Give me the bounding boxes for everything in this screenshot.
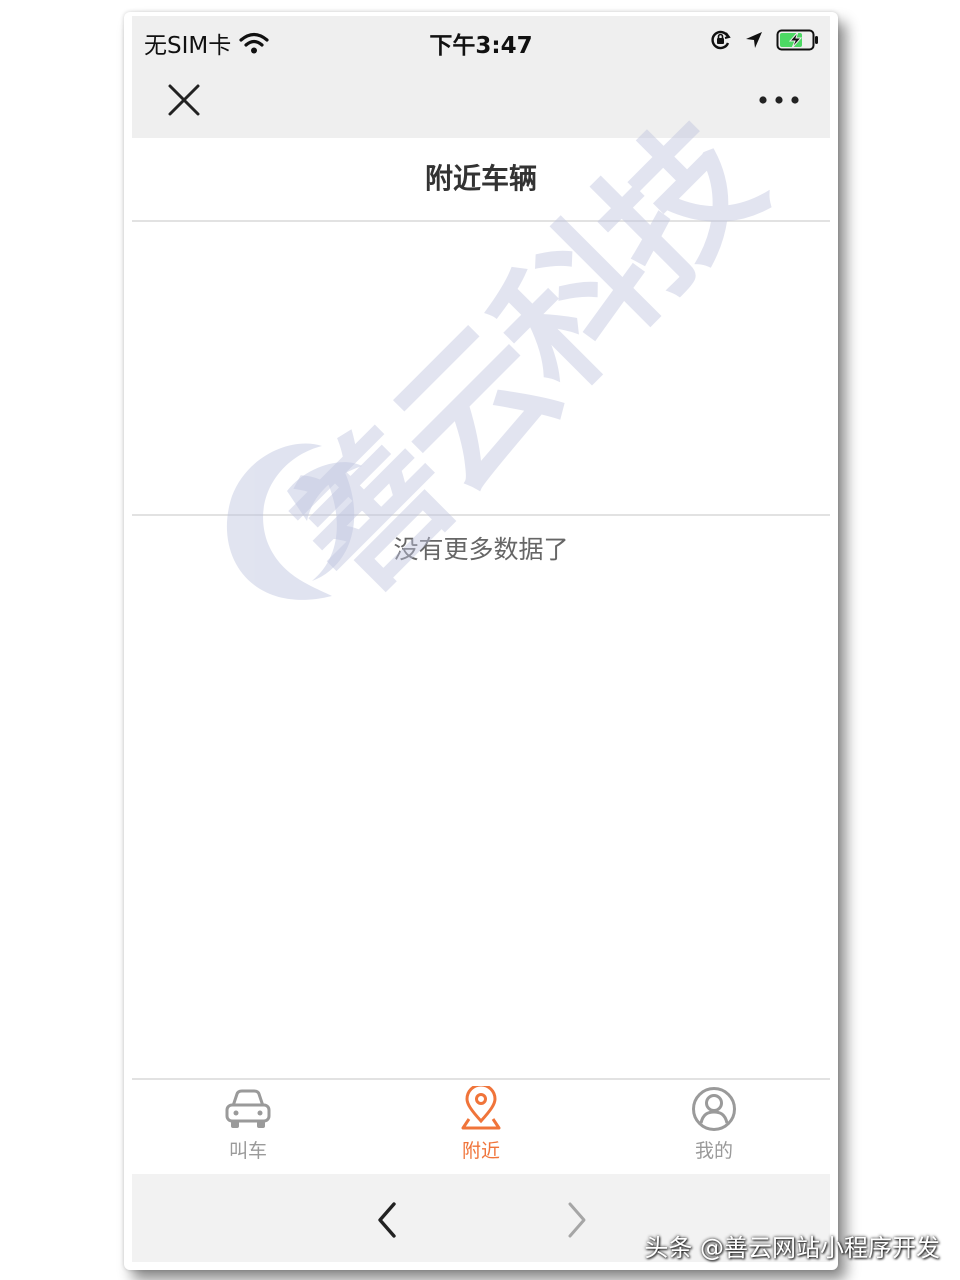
car-icon (225, 1089, 271, 1128)
mini-program-nav-bar (132, 64, 830, 138)
status-bar: 无SIM卡 下午3:47 (132, 16, 830, 64)
source-credit-text: 头条 @善云网站小程序开发 (644, 1234, 940, 1262)
status-icons (710, 28, 820, 52)
location-arrow-icon (746, 32, 762, 48)
app-screen: 无SIM卡 下午3:47 附近车辆 没有更多数据了 善云科技 叫车 附近 我的 (132, 16, 830, 1262)
chevron-left-icon[interactable] (372, 1200, 402, 1240)
tab-call-car[interactable]: 叫车 (188, 1086, 308, 1170)
more-dots-icon[interactable] (756, 86, 802, 114)
orientation-lock-icon (711, 30, 731, 50)
tab-label-nearby: 附近 (461, 1140, 500, 1162)
chevron-right-icon[interactable] (562, 1200, 592, 1240)
phone-frame: 无SIM卡 下午3:47 附近车辆 没有更多数据了 善云科技 叫车 附近 我的 (124, 12, 838, 1270)
close-icon[interactable] (162, 78, 206, 122)
screenshot-stage: 无SIM卡 下午3:47 附近车辆 没有更多数据了 善云科技 叫车 附近 我的 … (0, 0, 960, 1280)
location-pin-icon (461, 1086, 501, 1130)
tab-nearby[interactable]: 附近 (421, 1086, 541, 1170)
tab-label-mine: 我的 (694, 1140, 733, 1162)
battery-charging-icon (776, 29, 818, 51)
tab-label-call-car: 叫车 (228, 1140, 267, 1162)
tab-mine[interactable]: 我的 (654, 1086, 774, 1170)
tab-bar: 叫车 附近 我的 (132, 1080, 830, 1174)
top-bar: 无SIM卡 下午3:47 (132, 16, 830, 138)
user-icon (692, 1087, 736, 1131)
